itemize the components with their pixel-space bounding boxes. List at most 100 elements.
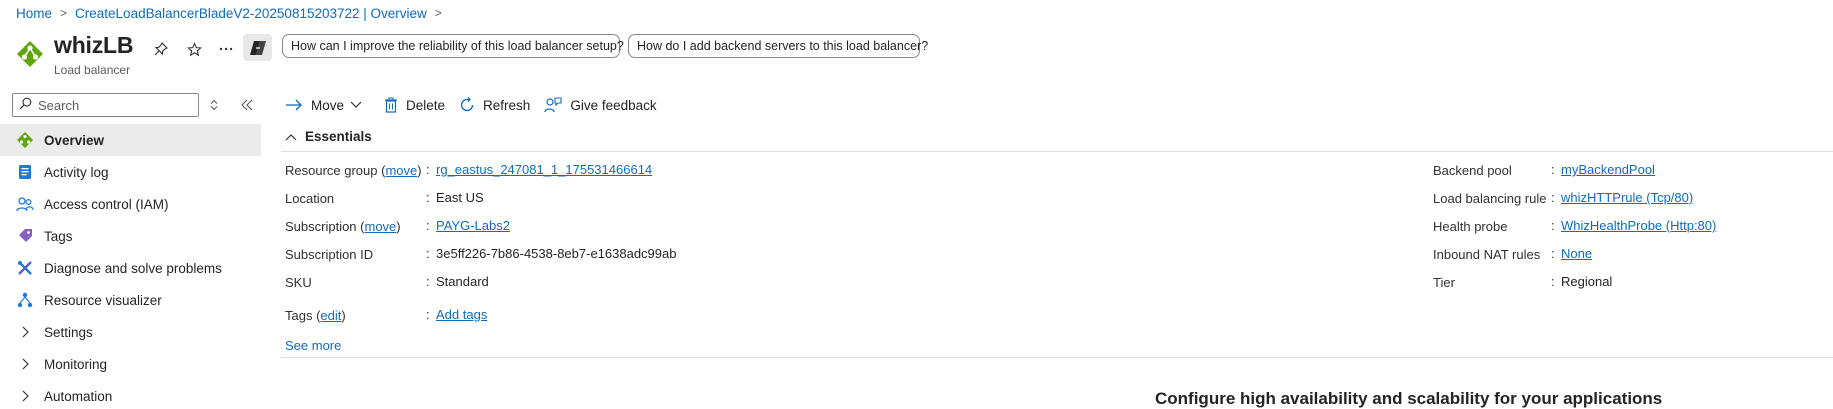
sidebar-item-overview[interactable]: Overview [0, 124, 261, 156]
feedback-icon [544, 97, 562, 113]
sidebar-item-label: Automation [44, 388, 113, 404]
subscription-id-label: Subscription ID [285, 246, 374, 262]
backend-pool-link[interactable]: myBackendPool [1561, 162, 1655, 177]
promo-heading: Configure high availability and scalabil… [1155, 389, 1663, 408]
separator: : [1551, 190, 1555, 205]
tags-edit-link[interactable]: edit [320, 308, 341, 323]
subscription-id-value: 3e5ff226-7b86-4538-8eb7-e1638adc99ab [436, 246, 677, 261]
sidebar-group-monitoring[interactable]: Monitoring [0, 348, 261, 380]
command-bar: Move Delete Refresh Give feedback [285, 94, 671, 116]
add-tags-link[interactable]: Add tags [436, 307, 487, 322]
tier-row: Tier [1433, 273, 1455, 291]
breadcrumb-home[interactable]: Home [16, 6, 52, 21]
resource-group-row: Resource group (move) [285, 161, 422, 179]
inbound-nat-link[interactable]: None [1561, 246, 1592, 261]
refresh-button[interactable]: Refresh [459, 97, 530, 113]
search-input[interactable] [38, 97, 188, 113]
move-button[interactable]: Move [285, 98, 370, 113]
copilot-prompt-backend[interactable]: How do I add backend servers to this loa… [628, 34, 928, 58]
resource-group-move-link[interactable]: move [385, 163, 417, 178]
resource-group-label: Resource group (move) [285, 162, 422, 178]
subscription-move-link[interactable]: move [365, 219, 397, 234]
sidebar-group-automation[interactable]: Automation [0, 380, 261, 409]
chevron-right-icon [16, 326, 34, 338]
inbound-nat-row: Inbound NAT rules [1433, 245, 1540, 263]
trash-icon [385, 97, 398, 113]
star-icon[interactable] [183, 38, 205, 60]
sidebar-search[interactable] [12, 93, 199, 117]
arrow-right-icon [286, 99, 302, 111]
inbound-nat-label: Inbound NAT rules [1433, 246, 1541, 262]
separator: : [426, 307, 430, 322]
tags-row: Tags (edit) [285, 306, 346, 324]
pin-icon[interactable] [150, 38, 172, 60]
tier-value: Regional [1561, 274, 1613, 289]
tag-icon [16, 227, 34, 245]
give-feedback-button[interactable]: Give feedback [544, 97, 657, 113]
location-value: East US [436, 190, 484, 205]
resource-group-value-link[interactable]: rg_eastus_247081_1_175531466614 [436, 162, 652, 177]
separator: : [1551, 246, 1555, 261]
breadcrumb-separator-icon: > [60, 6, 68, 20]
chevron-down-icon [350, 101, 362, 108]
copilot-icon[interactable] [243, 34, 272, 61]
delete-button[interactable]: Delete [384, 97, 445, 113]
location-row: Location [285, 189, 334, 207]
load-balancing-rule-link[interactable]: whizHTTPrule (Tcp/80) [1561, 190, 1693, 205]
sidebar-item-label: Overview [44, 132, 105, 148]
refresh-icon [460, 97, 474, 112]
delete-label: Delete [406, 97, 446, 113]
separator: : [426, 274, 430, 289]
activity-log-icon [16, 163, 34, 181]
give-feedback-label: Give feedback [570, 97, 657, 113]
hierarchy-icon [16, 291, 34, 309]
sidebar-item-activity-log[interactable]: Activity log [0, 156, 261, 188]
subscription-value-link[interactable]: PAYG-Labs2 [436, 218, 510, 233]
copilot-prompt-reliability[interactable]: How can I improve the reliability of thi… [282, 34, 624, 58]
see-more-link[interactable]: See more [285, 338, 341, 353]
health-probe-label: Health probe [1433, 218, 1508, 234]
sidebar-item-diagnose[interactable]: Diagnose and solve problems [0, 252, 261, 284]
sidebar-item-label: Resource visualizer [44, 292, 162, 308]
collapse-sidebar-icon[interactable] [239, 97, 255, 113]
more-options-icon[interactable] [215, 38, 237, 60]
load-balancer-icon [16, 40, 44, 68]
health-probe-link[interactable]: WhizHealthProbe (Http:80) [1561, 218, 1716, 233]
subscription-row: Subscription (move) [285, 217, 401, 235]
move-label: Move [311, 97, 345, 113]
chevron-right-icon [16, 390, 34, 402]
chevron-right-icon [16, 358, 34, 370]
separator: : [1551, 274, 1555, 289]
breadcrumb-separator-icon: > [434, 6, 442, 20]
separator: : [1551, 218, 1555, 233]
resource-type-label: Load balancer [54, 63, 131, 77]
sidebar-item-label: Access control (IAM) [44, 196, 169, 212]
separator: : [426, 246, 430, 261]
separator: : [426, 218, 430, 233]
load-balancing-rule-row: Load balancing rule [1433, 189, 1546, 207]
people-icon [16, 195, 34, 213]
breadcrumb-current[interactable]: CreateLoadBalancerBladeV2-20250815203722… [75, 6, 427, 21]
sidebar-group-settings[interactable]: Settings [0, 316, 261, 348]
tier-label: Tier [1433, 274, 1455, 290]
chevron-up-icon [285, 133, 297, 140]
subscription-label: Subscription (move) [285, 218, 401, 234]
sidebar-item-tags[interactable]: Tags [0, 220, 261, 252]
expand-collapse-all-icon[interactable] [207, 98, 221, 112]
backend-pool-row: Backend pool [1433, 161, 1512, 179]
sidebar-item-label: Tags [44, 228, 73, 244]
sku-row: SKU [285, 273, 312, 291]
separator: : [426, 190, 430, 205]
sidebar-item-label: Monitoring [44, 356, 108, 372]
separator: : [1551, 162, 1555, 177]
separator: : [426, 162, 430, 177]
sidebar-item-access-control[interactable]: Access control (IAM) [0, 188, 261, 220]
sidebar-item-label: Diagnose and solve problems [44, 260, 222, 276]
sidebar-item-resource-visualizer[interactable]: Resource visualizer [0, 284, 261, 316]
subscription-id-row: Subscription ID [285, 245, 373, 263]
tags-label: Tags (edit) [285, 307, 346, 323]
overview-icon [16, 131, 34, 149]
essentials-divider [281, 151, 1833, 152]
essentials-toggle[interactable]: Essentials [285, 129, 372, 144]
refresh-label: Refresh [483, 97, 531, 113]
